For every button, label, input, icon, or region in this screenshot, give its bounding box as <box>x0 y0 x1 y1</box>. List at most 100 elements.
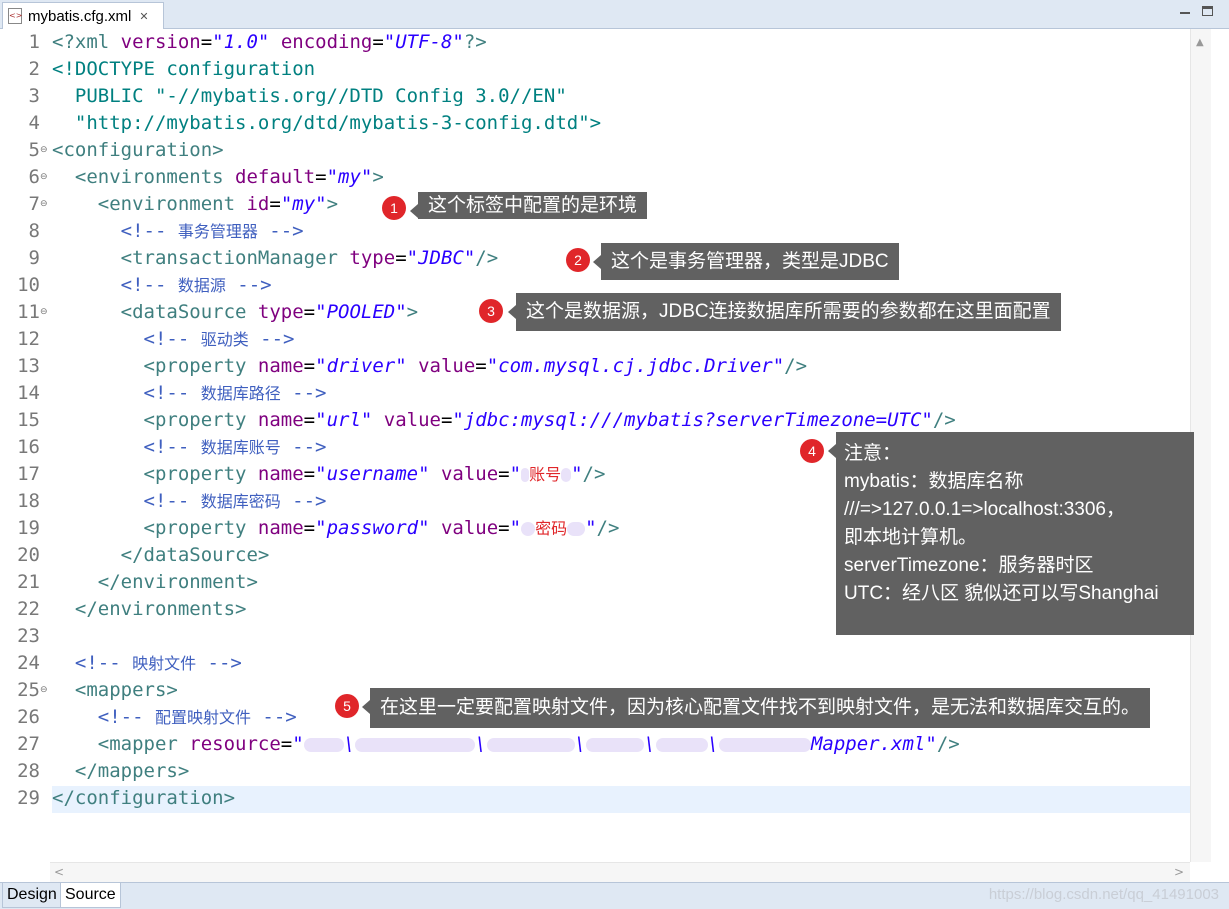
scroll-right-icon[interactable]: > <box>1174 865 1184 879</box>
xml-value: "driver" <box>315 355 407 377</box>
xml-value: "JDBC" <box>406 247 476 269</box>
path-separator: \ <box>475 733 487 755</box>
code-line: <property name="driver" value="com.mysql… <box>52 355 808 377</box>
fold-toggle-icon[interactable]: ⊖ <box>40 308 49 317</box>
annotation-callout-5: 在这里一定要配置映射文件，因为核心配置文件找不到映射文件，是无法和数据库交互的。 <box>361 688 1151 728</box>
code-line: <!-- 事务管理器 --> <box>52 218 304 245</box>
xml-attr: name <box>257 355 304 377</box>
xml-tag: <environments <box>52 166 236 188</box>
redacted-password-label: 密码 <box>535 519 568 538</box>
xml-tag: <environment <box>52 193 247 215</box>
line-number: 18 <box>17 490 40 512</box>
xml-tag: <mapper <box>52 733 190 755</box>
line-number: 27 <box>17 733 40 755</box>
code-line: <!-- 数据库路径 --> <box>52 380 327 407</box>
fold-toggle-icon[interactable]: ⊖ <box>40 686 49 695</box>
xml-tag-close: /> <box>936 733 960 755</box>
line-number: 3 <box>28 85 40 107</box>
minimize-icon[interactable] <box>1180 6 1190 14</box>
comment-text: 数据库路径 <box>200 384 281 403</box>
line-number: 12 <box>17 328 40 350</box>
comment-text: 数据源 <box>177 276 226 295</box>
fold-toggle-icon[interactable]: ⊖ <box>40 146 49 155</box>
xml-attr: resource <box>189 733 281 755</box>
xml-attr: value <box>429 517 499 539</box>
line-number: 10 <box>17 274 40 296</box>
line-number: 14 <box>17 382 40 404</box>
line-number: 11 <box>17 301 40 323</box>
xml-attr: version <box>120 31 201 53</box>
code-line: <dataSource type="POOLED"> <box>52 301 419 323</box>
comment-open: <!-- <box>52 382 201 404</box>
xml-tag-close: /> <box>475 247 499 269</box>
xml-value: " <box>571 463 583 485</box>
xml-value: "jdbc:mysql:///mybatis?serverTimezone=UT… <box>452 409 933 431</box>
line-number: 15 <box>17 409 40 431</box>
code-line: <property name="password" value=" 密码 "/> <box>52 517 620 539</box>
close-tab-icon[interactable]: ✕ <box>139 10 148 23</box>
comment-open: <!-- <box>52 328 201 350</box>
path-separator: \ <box>343 733 356 755</box>
code-line: </mappers> <box>52 760 190 782</box>
xml-tag-close: > <box>372 166 384 188</box>
xml-value: "com.mysql.cj.jdbc.Driver" <box>486 355 785 377</box>
line-number: 22 <box>17 598 40 620</box>
xml-decl-close: ?> <box>463 31 487 53</box>
annotation-badge-1: 1 <box>382 196 406 220</box>
xml-value: " <box>585 517 597 539</box>
redacted-blur <box>486 737 575 752</box>
code-line: <!-- 数据源 --> <box>52 272 272 299</box>
redacted-blur <box>567 521 586 536</box>
xml-value: " <box>509 517 522 539</box>
code-line: <property name="username" value=" 账号 "/> <box>52 463 606 485</box>
xml-tag-close: /> <box>596 517 620 539</box>
comment-text: 映射文件 <box>132 654 197 673</box>
xml-tag: <dataSource <box>52 301 258 323</box>
xml-tag: <property <box>52 463 258 485</box>
annotation-callout-2: 这个是事务管理器，类型是JDBC <box>593 243 899 280</box>
scroll-up-icon[interactable]: ▲ <box>1196 37 1204 48</box>
xml-tag: <transactionManager <box>52 247 350 269</box>
line-number: 20 <box>17 544 40 566</box>
file-tab[interactable]: <> mybatis.cfg.xml ✕ <box>2 2 164 29</box>
redacted-blur <box>303 737 344 752</box>
xml-value: " <box>509 463 522 485</box>
xml-tag-close: /> <box>582 463 606 485</box>
xml-tag: <property <box>52 517 258 539</box>
xml-attr: name <box>257 463 304 485</box>
code-line: </environment> <box>52 571 258 593</box>
annotation-badge-4: 4 <box>800 439 824 463</box>
xml-tag-close: /> <box>784 355 808 377</box>
xml-tag: <property <box>52 409 258 431</box>
code-line: <mappers> <box>52 679 178 701</box>
horizontal-scrollbar[interactable]: < > <box>50 862 1190 883</box>
code-line[interactable]: </configuration> <box>52 785 235 812</box>
annotation-badge-5: 5 <box>335 694 359 718</box>
line-number: 24 <box>17 652 40 674</box>
comment-text: 配置映射文件 <box>154 708 251 727</box>
comment-open: <!-- <box>52 436 201 458</box>
code-line: <configuration> <box>52 139 224 161</box>
tab-design[interactable]: Design <box>2 883 62 908</box>
code-line: <!-- 配置映射文件 --> <box>52 704 297 731</box>
redacted-blur <box>655 737 708 752</box>
maximize-icon[interactable] <box>1202 6 1213 16</box>
equals: = <box>200 31 213 53</box>
watermark: https://blog.csdn.net/qq_41491003 <box>988 886 1219 903</box>
xml-attr: id <box>246 193 270 215</box>
code-line: <!-- 映射文件 --> <box>52 650 242 677</box>
code-line: </environments> <box>52 598 247 620</box>
fold-toggle-icon[interactable]: ⊖ <box>40 173 49 182</box>
fold-toggle-icon[interactable]: ⊖ <box>40 200 49 209</box>
path-separator: \ <box>707 733 719 755</box>
xml-attr: type <box>349 247 396 269</box>
scroll-left-icon[interactable]: < <box>54 865 64 879</box>
line-number: 17 <box>17 463 40 485</box>
tab-source[interactable]: Source <box>60 883 121 908</box>
line-number: 23 <box>17 625 40 647</box>
xml-value: Mapper.xml" <box>810 733 937 755</box>
comment-open: <!-- <box>52 706 155 728</box>
line-number: 1 <box>28 31 40 53</box>
comment-open: <!-- <box>52 274 178 296</box>
code-line: <!-- 数据库密码 --> <box>52 488 327 515</box>
